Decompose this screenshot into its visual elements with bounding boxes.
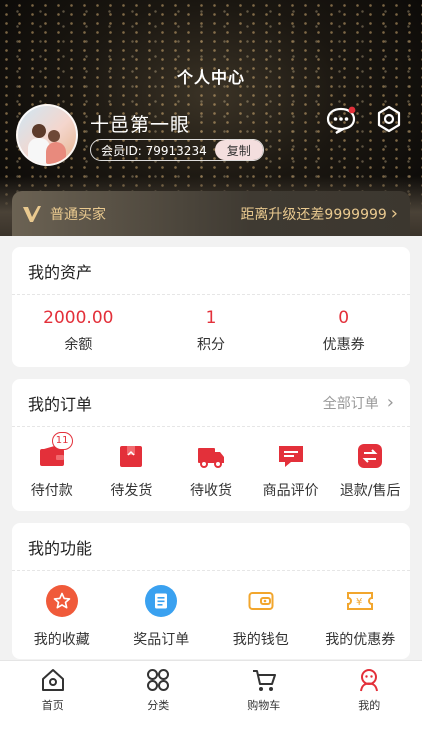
functions-title: 我的功能 [12, 523, 410, 571]
box-icon [120, 446, 143, 467]
orders-card: 我的订单 全部订单 › 11 待付款 待发货 待收货 商品评价 退款/售后 [12, 379, 410, 511]
comment-icon [278, 446, 303, 467]
home-icon [41, 669, 64, 691]
func-prize-orders[interactable]: 奖品订单 [112, 585, 212, 649]
tab-home[interactable]: 首页 [0, 661, 106, 750]
assets-card: 我的资产 2000.00 余额 1 积分 0 优惠券 [12, 247, 410, 367]
bottom-tab-bar: 首页 分类 购物车 我的 [0, 660, 422, 750]
grid-icon [147, 669, 170, 691]
tab-label: 首页 [41, 699, 64, 712]
func-coupons[interactable]: ¥ 我的优惠券 [311, 585, 411, 649]
tab-label: 我的 [358, 699, 381, 712]
asset-coupons[interactable]: 0 优惠券 [277, 308, 410, 354]
member-id-pill: 会员ID: 79913234 复制 [90, 139, 264, 161]
asset-label: 优惠券 [322, 337, 365, 353]
order-label: 退款/售后 [339, 483, 401, 499]
func-label: 我的钱包 [232, 632, 289, 648]
order-refund[interactable]: 退款/售后 [330, 442, 410, 500]
document-icon [145, 585, 178, 617]
order-count-badge: 11 [51, 432, 73, 450]
vip-level-bar[interactable]: 普通买家 距离升级还差9999999 › [12, 191, 410, 236]
asset-value: 1 [205, 308, 217, 328]
order-pending-receipt[interactable]: 待收货 [171, 442, 251, 500]
asset-label: 余额 [64, 337, 93, 353]
settings-icon[interactable] [374, 104, 404, 134]
asset-points[interactable]: 1 积分 [145, 308, 278, 354]
asset-value: 2000.00 [43, 308, 114, 328]
truck-icon [197, 448, 224, 468]
chevron-right-icon: › [386, 392, 394, 413]
order-label: 待收货 [189, 483, 232, 499]
all-orders-label: 全部订单 [322, 395, 379, 412]
vip-v-icon [23, 205, 41, 222]
svg-text:¥: ¥ [356, 597, 362, 608]
member-id-text: 会员ID: 79913234 [101, 143, 207, 158]
notification-dot [348, 106, 356, 114]
page-title: 个人中心 [176, 68, 245, 87]
func-wallet[interactable]: 我的钱包 [211, 585, 311, 649]
username: 十邑第一眼 [90, 114, 191, 136]
asset-value: 0 [338, 308, 350, 328]
message-icon[interactable] [326, 106, 356, 134]
order-pending-shipment[interactable]: 待发货 [92, 442, 172, 500]
avatar[interactable] [16, 104, 78, 166]
functions-card: 我的功能 我的收藏 奖品订单 我的钱包 ¥ 我的优惠券 [12, 523, 410, 659]
order-review[interactable]: 商品评价 [251, 442, 331, 500]
all-orders-link[interactable]: 全部订单 › [323, 392, 394, 413]
tab-label: 购物车 [247, 699, 281, 712]
copy-button[interactable]: 复制 [214, 140, 263, 160]
order-label: 商品评价 [262, 483, 319, 499]
func-label: 奖品订单 [133, 632, 190, 648]
tab-mine[interactable]: 我的 [317, 661, 422, 750]
upgrade-progress[interactable]: 距离升级还差9999999 › [240, 191, 398, 236]
tab-cart[interactable]: 购物车 [211, 661, 317, 750]
vip-level-label: 普通买家 [50, 206, 106, 223]
func-favorites[interactable]: 我的收藏 [12, 585, 112, 649]
star-icon [45, 585, 78, 617]
tab-label: 分类 [147, 699, 170, 712]
refund-icon [358, 444, 383, 468]
chevron-right-icon: › [390, 203, 398, 224]
cart-icon [252, 670, 276, 691]
func-label: 我的收藏 [33, 632, 90, 648]
order-pending-payment[interactable]: 11 待付款 [12, 432, 92, 500]
order-label: 待付款 [30, 483, 73, 499]
order-label: 待发货 [110, 483, 153, 499]
orders-title: 我的订单 [28, 394, 93, 414]
assets-title: 我的资产 [12, 247, 410, 295]
asset-label: 积分 [197, 337, 225, 353]
profile-icon [360, 669, 379, 692]
func-label: 我的优惠券 [325, 632, 396, 648]
asset-balance[interactable]: 2000.00 余额 [12, 308, 145, 354]
upgrade-text: 距离升级还差9999999 [240, 206, 387, 223]
tab-category[interactable]: 分类 [106, 661, 212, 750]
coupon-icon: ¥ [344, 585, 377, 617]
wallet-icon [244, 585, 277, 617]
